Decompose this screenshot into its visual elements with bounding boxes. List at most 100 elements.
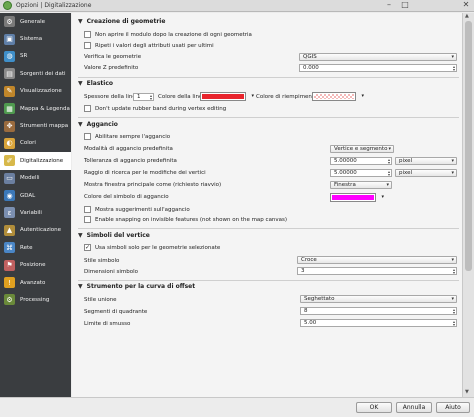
no-update-checkbox[interactable] — [84, 105, 91, 112]
tolerance-unit-combo[interactable]: pixel ▾ — [395, 157, 457, 165]
selected-only-checkbox[interactable]: ✓ — [84, 244, 91, 251]
line-width-spinbox[interactable]: 1 ▴ ▾ — [133, 93, 154, 101]
validate-geometry-value: QGIS — [303, 54, 317, 60]
spin-arrows-icon[interactable]: ▴ ▾ — [150, 94, 152, 100]
tolerance-spinbox[interactable]: 5.00000 ▴ ▾ — [330, 157, 392, 165]
close-icon[interactable]: ✕ — [461, 1, 471, 10]
sidebar-item-label: Digitalizzazione — [20, 157, 64, 164]
section-rubberband[interactable]: ▼ Elastico — [78, 80, 113, 87]
search-radius-unit-combo[interactable]: pixel ▾ — [395, 169, 457, 177]
sidebar-item-visualizzazione[interactable]: ✎ Visualizzazione — [0, 83, 71, 100]
spin-arrows-icon[interactable]: ▴ ▾ — [453, 65, 455, 71]
collapse-triangle-icon[interactable]: ▼ — [78, 232, 83, 239]
gdal-icon: ◉ — [4, 190, 15, 202]
snap-invisible-checkbox[interactable] — [84, 216, 91, 223]
marker-color-button[interactable]: ▾ — [330, 193, 384, 202]
sidebar-item-processing[interactable]: ⚙ Processing — [0, 291, 71, 308]
sidebar-item-mappa-legenda[interactable]: ▦ Mappa & Legenda — [0, 100, 71, 117]
spin-arrows-icon[interactable]: ▴ ▾ — [453, 320, 455, 326]
sidebar-item-generale[interactable]: ⚙ Generale — [0, 13, 71, 30]
sidebar-item-sorgenti-dei-dati[interactable]: ▤ Sorgenti dei dati — [0, 65, 71, 82]
spin-arrows-icon[interactable]: ▴ ▾ — [453, 308, 455, 314]
spin-arrows-icon[interactable]: ▴ ▾ — [453, 268, 455, 274]
section-title: Simboli del vertice — [86, 232, 150, 239]
spin-arrows-icon[interactable]: ▴ ▾ — [388, 170, 390, 176]
sidebar-item-autenticazione[interactable]: ▲ Autenticazione — [0, 222, 71, 239]
quadrant-segments-label: Segmenti di quadrante — [84, 309, 148, 315]
enable-snapping-row: Abilitare sempre l'aggancio — [84, 133, 170, 140]
chevron-down-icon[interactable]: ▾ — [381, 194, 384, 200]
marker-size-spinbox[interactable]: 3 ▴ ▾ — [297, 267, 457, 275]
sidebar-item-avanzato[interactable]: ! Avanzato — [0, 274, 71, 291]
reuse-values-checkbox[interactable] — [84, 42, 91, 49]
section-snapping[interactable]: ▼ Aggancio — [78, 121, 118, 128]
no-form-row: Non aprire il modulo dopo la creazione d… — [84, 31, 252, 38]
selected-only-label: Usa simboli solo per le geometrie selezi… — [95, 244, 221, 251]
collapse-triangle-icon[interactable]: ▼ — [78, 80, 83, 87]
miter-limit-spinbox[interactable]: 5.00 ▴ ▾ — [300, 319, 457, 327]
join-style-value: Seghettato — [304, 296, 335, 302]
section-title: Strumento per la curva di offset — [86, 283, 196, 290]
help-button[interactable]: Aiuto — [436, 402, 470, 413]
marker-style-combo[interactable]: Croce ▾ — [297, 256, 457, 264]
sidebar-item-rete[interactable]: ⌘ Rete — [0, 239, 71, 256]
sidebar-item-gdal[interactable]: ◉ GDAL — [0, 187, 71, 204]
line-color-button[interactable]: ▾ — [200, 92, 254, 101]
sidebar-item-variabili[interactable]: ε Variabili — [0, 204, 71, 221]
fill-color-button[interactable]: ▾ — [312, 92, 364, 101]
section-feature-creation[interactable]: ▼ Creazione di geometrie — [78, 18, 165, 25]
options-sidebar: ⚙ Generale ▣ Sistema ◍ SR ▤ Sorgenti dei dati ✎ V… — [0, 13, 71, 417]
cancel-button[interactable]: Annulla — [396, 402, 432, 413]
variables-icon: ε — [4, 207, 15, 219]
sidebar-item-label: Sorgenti dei dati — [20, 70, 66, 77]
snap-mode-combo[interactable]: Vertice e segmento ▾ — [330, 145, 394, 153]
sidebar-item-label: Processing — [20, 296, 50, 303]
section-offset-tool[interactable]: ▼ Strumento per la curva di offset — [78, 283, 195, 290]
minimize-icon[interactable]: – — [384, 1, 394, 10]
snap-mode-value: Vertice e segmento — [334, 146, 388, 152]
sidebar-item-strumenti-mappa[interactable]: ✥ Strumenti mappa — [0, 117, 71, 134]
search-radius-spinbox[interactable]: 5.00000 ▴ ▾ — [330, 169, 392, 177]
sidebar-item-label: Visualizzazione — [20, 88, 62, 95]
marker-color-swatch — [332, 195, 374, 200]
marker-size-value: 3 — [301, 268, 305, 274]
vertical-scrollbar[interactable]: ▲ ▼ — [462, 13, 474, 397]
collapse-triangle-icon[interactable]: ▼ — [78, 121, 83, 128]
locale-flag-icon: ⚑ — [4, 259, 15, 271]
sidebar-item-label: Autenticazione — [20, 227, 62, 234]
zvalue-spinbox[interactable]: 0.000 ▴ ▾ — [299, 64, 457, 72]
enable-snapping-checkbox[interactable] — [84, 133, 91, 140]
sidebar-item-label: Modelli — [20, 175, 40, 182]
section-title: Aggancio — [86, 121, 118, 128]
window-mode-combo[interactable]: Finestra ▾ — [330, 181, 392, 189]
sidebar-item-sr[interactable]: ◍ SR — [0, 48, 71, 65]
sidebar-item-modelli[interactable]: ▭ Modelli — [0, 170, 71, 187]
map-tools-icon: ✥ — [4, 120, 15, 132]
chevron-down-icon[interactable]: ▾ — [361, 93, 364, 99]
sidebar-item-colori[interactable]: ◐ Colori — [0, 135, 71, 152]
validate-geometry-combo[interactable]: QGIS ▾ — [299, 53, 457, 61]
marker-style-label: Stile simbolo — [84, 258, 120, 264]
sidebar-item-sistema[interactable]: ▣ Sistema — [0, 30, 71, 47]
quadrant-segments-spinbox[interactable]: 8 ▴ ▾ — [300, 307, 457, 315]
sidebar-item-digitalizzazione[interactable]: ✐ Digitalizzazione — [0, 152, 71, 170]
window-titlebar: Opzioni | Digitalizzazione – □ ✕ — [0, 0, 474, 12]
no-form-label: Non aprire il modulo dopo la creazione d… — [95, 31, 252, 38]
maximize-icon[interactable]: □ — [400, 1, 410, 10]
search-radius-value: 5.00000 — [334, 170, 357, 176]
scroll-down-icon[interactable]: ▼ — [465, 389, 469, 395]
scrollbar-thumb[interactable] — [465, 21, 472, 271]
spin-arrows-icon[interactable]: ▴ ▾ — [388, 158, 390, 164]
section-vertex-markers[interactable]: ▼ Simboli del vertice — [78, 232, 150, 239]
fill-color-swatch — [314, 94, 354, 99]
scroll-up-icon[interactable]: ▲ — [465, 13, 469, 19]
ok-button[interactable]: OK — [356, 402, 392, 413]
collapse-triangle-icon[interactable]: ▼ — [78, 18, 83, 25]
snap-tooltips-checkbox[interactable] — [84, 206, 91, 213]
sidebar-item-label: Posizione — [20, 262, 46, 269]
no-form-checkbox[interactable] — [84, 31, 91, 38]
sidebar-item-posizione[interactable]: ⚑ Posizione — [0, 256, 71, 273]
chevron-down-icon[interactable]: ▾ — [251, 93, 254, 99]
collapse-triangle-icon[interactable]: ▼ — [78, 283, 83, 290]
join-style-combo[interactable]: Seghettato ▾ — [300, 295, 457, 303]
